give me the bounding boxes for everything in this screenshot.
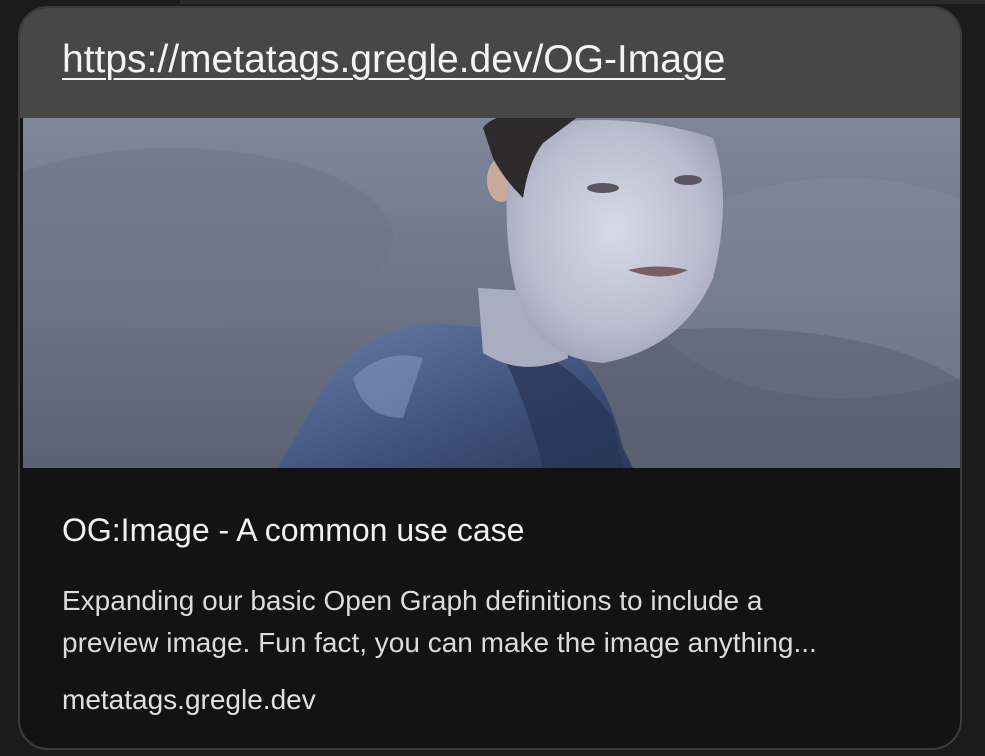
description-line: Expanding our basic Open Graph definitio… <box>62 585 763 616</box>
preview-image[interactable] <box>23 118 960 468</box>
url-bar: https://metatags.gregle.dev/OG-Image <box>20 8 960 118</box>
person-photo-icon <box>23 118 960 468</box>
window-top-edge <box>180 0 985 4</box>
description-line: preview image. Fun fact, you can make th… <box>62 627 817 658</box>
link-preview-card[interactable]: https://metatags.gregle.dev/OG-Image OG:… <box>18 6 962 750</box>
preview-url-link[interactable]: https://metatags.gregle.dev/OG-Image <box>62 38 725 82</box>
preview-title: OG:Image - A common use case <box>62 512 525 548</box>
preview-domain: metatags.gregle.dev <box>62 684 316 715</box>
preview-description: Expanding our basic Open Graph definitio… <box>62 580 942 664</box>
